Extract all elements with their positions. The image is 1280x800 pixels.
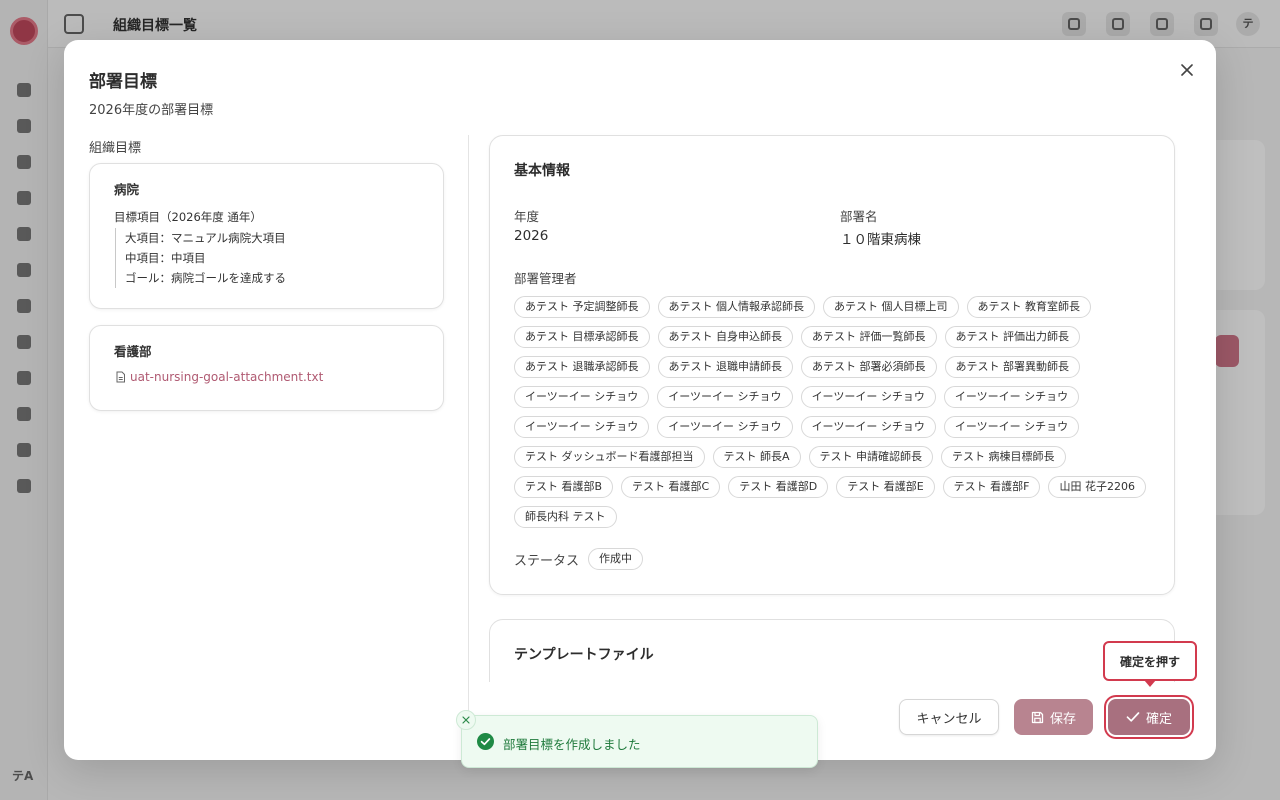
manager-chip: あテスト 部署異動師長: [944, 356, 1080, 378]
close-icon: [462, 716, 470, 724]
confirm-button[interactable]: 確定: [1108, 699, 1190, 735]
manager-chip: テスト ダッシュボード看護部担当: [514, 446, 705, 468]
manager-chip: あテスト 評価出力師長: [944, 326, 1080, 348]
success-toast: 部署目標を作成しました: [456, 710, 818, 768]
goal-modal: 部署目標 2026年度の部署目標 組織目標 病院 目標項目（2026年度 通年）…: [64, 40, 1216, 760]
save-icon: [1031, 711, 1044, 723]
manager-chip: テスト 看護部D: [728, 476, 829, 498]
save-button-label: 保存: [1049, 711, 1076, 727]
dept-name-label: 部署名: [840, 209, 878, 224]
dept-name-value: １０階東病棟: [840, 232, 921, 248]
manager-chip: テスト 看護部B: [514, 476, 614, 498]
manager-chip: あテスト 個人目標上司: [823, 296, 959, 318]
nursing-goal-title: 看護部: [114, 344, 152, 359]
year-label: 年度: [514, 209, 540, 224]
manager-chip: あテスト 予定調整師長: [514, 296, 650, 318]
manager-chip: あテスト 教育室師長: [966, 296, 1091, 318]
manager-chip: あテスト 個人情報承認師長: [657, 296, 815, 318]
org-goals-heading: 組織目標: [89, 141, 142, 156]
manager-chip: テスト 看護部E: [836, 476, 935, 498]
manager-chip: あテスト 退職承認師長: [514, 356, 650, 378]
confirm-button-label: 確定: [1145, 711, 1172, 727]
manager-chip: イーツーイー シチョウ: [657, 416, 793, 438]
confirm-tooltip: 確定を押す: [1103, 641, 1197, 681]
success-check-icon: [477, 733, 494, 750]
manager-chip: あテスト 自身申込師長: [657, 326, 793, 348]
manager-chip: イーツーイー シチョウ: [943, 386, 1080, 408]
manager-chip: あテスト 評価一覧師長: [801, 326, 937, 348]
status-badge: 作成中: [588, 548, 644, 570]
managers-list: あテスト 予定調整師長 あテスト 個人情報承認師長 あテスト 個人目標上司 あテスト …: [514, 296, 1154, 528]
close-button[interactable]: [1176, 59, 1198, 81]
attachment-link[interactable]: uat-nursing-goal-attachment.txt: [115, 370, 323, 384]
manager-chip: あテスト 退職申請師長: [657, 356, 793, 378]
goal-middle-item: 中項目：中項目: [125, 251, 206, 265]
manager-chip: あテスト 目標承認師長: [514, 326, 650, 348]
manager-chip: テスト 看護部F: [942, 476, 1041, 498]
manager-chip: あテスト 部署必須師長: [801, 356, 937, 378]
file-icon: [116, 371, 125, 383]
hospital-goal-title: 病院: [114, 182, 140, 197]
attachment-filename: uat-nursing-goal-attachment.txt: [130, 370, 324, 384]
nursing-goal-card: 看護部 uat-nursing-goal-attachment.txt: [89, 325, 444, 411]
manager-chip: イーツーイー シチョウ: [514, 386, 650, 408]
managers-label: 部署管理者: [514, 271, 577, 286]
manager-chip: イーツーイー シチョウ: [657, 386, 793, 408]
goal-major-item: 大項目：マニュアル病院大項目: [125, 231, 286, 245]
manager-chip: テスト 病棟目標師長: [941, 446, 1066, 468]
close-icon: [1181, 64, 1193, 76]
goal-goal-item: ゴール：病院ゴールを達成する: [125, 271, 286, 285]
manager-chip: テスト 師長A: [712, 446, 801, 468]
status-row: ステータス 作成中: [514, 548, 644, 570]
cancel-button-label: キャンセル: [916, 711, 982, 727]
year-value: 2026: [514, 228, 549, 244]
basic-info-card: 基本情報 年度 2026 部署名 １０階東病棟 部署管理者 あテスト 予定調整師…: [489, 135, 1175, 595]
save-button[interactable]: 保存: [1014, 699, 1093, 735]
basic-info-title: 基本情報: [514, 163, 570, 179]
check-icon: [1126, 712, 1140, 722]
status-label: ステータス: [514, 553, 580, 569]
manager-chip: イーツーイー シチョウ: [800, 386, 936, 408]
goal-tree: 大項目：マニュアル病院大項目 中項目：中項目 ゴール：病院ゴールを達成する: [115, 228, 286, 288]
cancel-button[interactable]: キャンセル: [899, 699, 999, 735]
toast-message: 部署目標を作成しました: [503, 737, 641, 752]
manager-chip: テスト 申請確認師長: [808, 446, 934, 468]
modal-subtitle: 2026年度の部署目標: [89, 103, 214, 118]
manager-chip: 山田 花子2206: [1048, 476, 1146, 498]
modal-title: 部署目標: [89, 72, 157, 92]
template-file-title: テンプレートファイル: [514, 647, 654, 663]
hospital-goal-card: 病院 目標項目（2026年度 通年） 大項目：マニュアル病院大項目 中項目：中項…: [89, 163, 444, 309]
column-divider: [468, 135, 469, 725]
manager-chip: イーツーイー シチョウ: [800, 416, 936, 438]
manager-chip: イーツーイー シチョウ: [514, 416, 650, 438]
manager-chip: 師長内科 テスト: [514, 506, 617, 528]
tooltip-arrow-icon: [1144, 680, 1156, 687]
manager-chip: イーツーイー シチョウ: [943, 416, 1080, 438]
goal-item-heading: 目標項目（2026年度 通年）: [114, 210, 262, 224]
manager-chip: テスト 看護部C: [621, 476, 721, 498]
toast-close-button[interactable]: [456, 710, 476, 730]
